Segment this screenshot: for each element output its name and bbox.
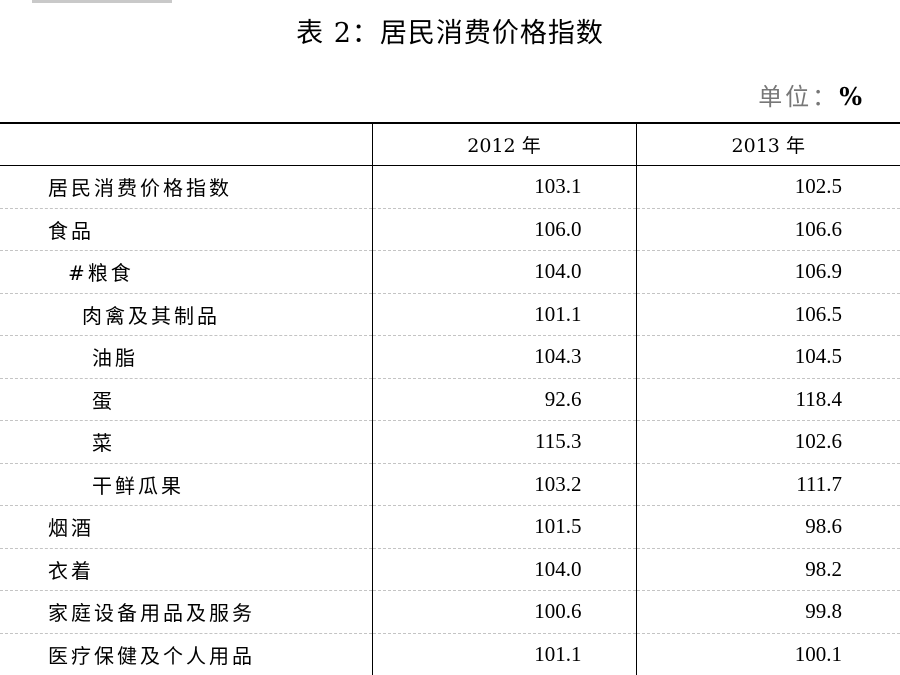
row-name: 菜 (0, 420, 372, 464)
value-2012: 101.1 (371, 633, 636, 675)
header-category (0, 122, 372, 166)
table-row: 家庭设备用品及服务 100.6 99.8 (0, 590, 900, 634)
table-row: 衣着 104.0 98.2 (0, 548, 900, 591)
cpi-table: 2012 年 2013 年 居民消费价格指数 103.1 102.5 食品 10… (0, 122, 900, 675)
value-2013: 106.5 (635, 293, 900, 336)
table-row: #粮食 104.0 106.9 (0, 250, 900, 294)
value-2012: 103.1 (371, 165, 636, 209)
value-2012: 103.2 (371, 463, 636, 506)
value-2012: 104.0 (371, 548, 636, 591)
value-2013: 98.6 (635, 505, 900, 549)
value-2013: 98.2 (635, 548, 900, 591)
table-row: 干鲜瓜果 103.2 111.7 (0, 463, 900, 506)
value-2012: 101.5 (371, 505, 636, 549)
value-2013: 118.4 (635, 378, 900, 421)
value-2012: 92.6 (371, 378, 636, 421)
table-row: 肉禽及其制品 101.1 106.5 (0, 293, 900, 336)
value-2013: 102.5 (635, 165, 900, 209)
row-name: 蛋 (0, 378, 372, 421)
top-divider-bar (32, 0, 172, 3)
value-2012: 101.1 (371, 293, 636, 336)
unit-symbol: % (839, 82, 862, 111)
value-2013: 106.9 (635, 250, 900, 294)
table-row: 蛋 92.6 118.4 (0, 378, 900, 421)
header-2013: 2013 年 (635, 122, 900, 166)
row-name: 家庭设备用品及服务 (0, 590, 372, 634)
table-row: 居民消费价格指数 103.1 102.5 (0, 165, 900, 209)
header-row: 2012 年 2013 年 (0, 122, 900, 166)
value-2012: 115.3 (371, 420, 636, 464)
row-name: 食品 (0, 208, 372, 251)
value-2013: 106.6 (635, 208, 900, 251)
row-name: 干鲜瓜果 (0, 463, 372, 506)
value-2013: 104.5 (635, 335, 900, 379)
table-row: 烟酒 101.5 98.6 (0, 505, 900, 549)
value-2013: 102.6 (635, 420, 900, 464)
row-name: 居民消费价格指数 (0, 165, 372, 209)
row-name: 衣着 (0, 548, 372, 591)
row-name: 烟酒 (0, 505, 372, 549)
value-2012: 104.3 (371, 335, 636, 379)
value-2013: 100.1 (635, 633, 900, 675)
table-row: 油脂 104.3 104.5 (0, 335, 900, 379)
row-name: 肉禽及其制品 (0, 293, 372, 336)
value-2013: 99.8 (635, 590, 900, 634)
table-row: 菜 115.3 102.6 (0, 420, 900, 464)
value-2013: 111.7 (635, 463, 900, 506)
row-name: 油脂 (0, 335, 372, 379)
table-row: 医疗保健及个人用品 101.1 100.1 (0, 633, 900, 675)
table-title: 表 2：居民消费价格指数 (296, 18, 604, 49)
value-2012: 106.0 (371, 208, 636, 251)
unit-label: 单位：% (758, 80, 862, 114)
table-row: 食品 106.0 106.6 (0, 208, 900, 251)
value-2012: 104.0 (371, 250, 636, 294)
row-name: #粮食 (0, 250, 372, 294)
unit-label-text: 单位： (758, 83, 840, 111)
value-2012: 100.6 (371, 590, 636, 634)
header-2012: 2012 年 (371, 122, 636, 166)
row-name: 医疗保健及个人用品 (48, 643, 255, 668)
